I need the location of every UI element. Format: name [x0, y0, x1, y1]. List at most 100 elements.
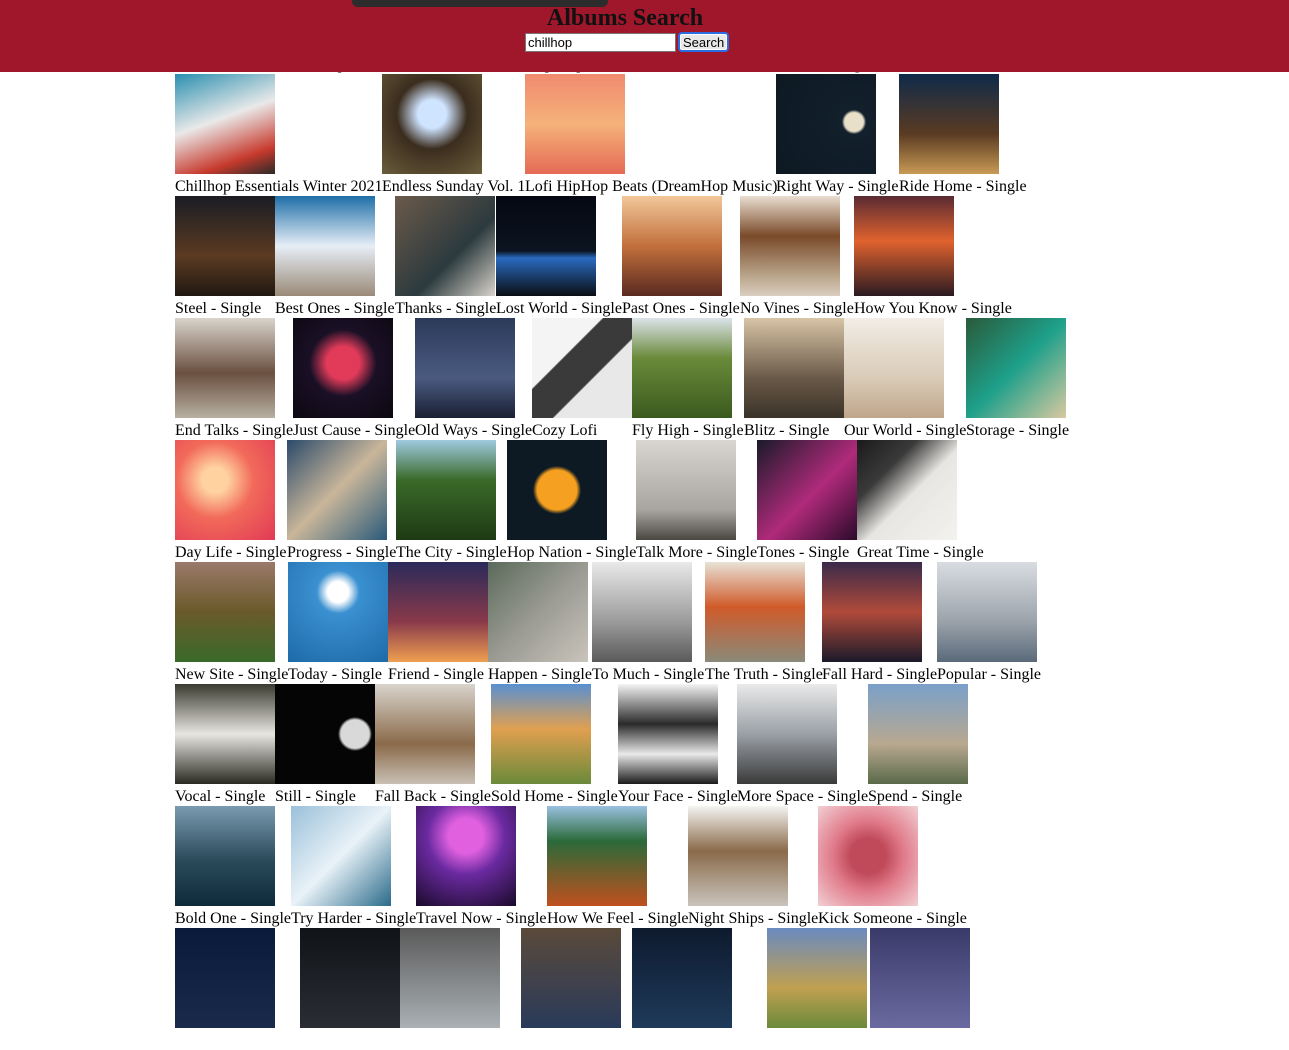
album-cover-image[interactable] — [622, 196, 722, 296]
album-item[interactable]: No Vines - Single — [740, 196, 854, 318]
album-item[interactable]: More Space - Single — [737, 684, 868, 806]
album-item[interactable]: Spend - Single — [868, 684, 968, 806]
album-cover-image[interactable] — [899, 74, 999, 174]
album-cover-image[interactable] — [175, 928, 275, 1028]
album-cover-image[interactable] — [396, 440, 496, 540]
album-cover-image[interactable] — [291, 806, 391, 906]
search-button[interactable]: Search — [678, 32, 730, 52]
album-cover-image[interactable] — [300, 928, 400, 1028]
album-cover-image[interactable] — [287, 440, 387, 540]
album-item[interactable]: Bold One - Single — [175, 806, 291, 928]
album-cover-image[interactable] — [740, 196, 840, 296]
album-item[interactable]: Old Ways - Single — [415, 318, 532, 440]
album-item[interactable]: How You Know - Single — [854, 196, 1012, 318]
album-cover-image[interactable] — [275, 684, 375, 784]
album-cover-image[interactable] — [776, 74, 876, 174]
album-item[interactable]: Steel - Single — [175, 196, 275, 318]
album-item[interactable] — [521, 928, 632, 1028]
album-item[interactable]: End Talks - Single — [175, 318, 293, 440]
album-cover-image[interactable] — [293, 318, 393, 418]
album-cover-image[interactable] — [415, 318, 515, 418]
album-item[interactable]: Great Time - Single — [857, 440, 987, 562]
album-item[interactable]: Our World - Single — [844, 318, 966, 440]
album-cover-image[interactable] — [547, 806, 647, 906]
album-cover-image[interactable] — [400, 928, 500, 1028]
album-item[interactable]: Night Ships - Single — [688, 806, 818, 928]
album-cover-image[interactable] — [632, 928, 732, 1028]
album-cover-image[interactable] — [275, 196, 375, 296]
album-item[interactable]: Vocal - Single — [175, 684, 275, 806]
album-item[interactable]: Travel Now - Single — [416, 806, 547, 928]
album-item[interactable]: Tones - Single — [757, 440, 857, 562]
album-cover-image[interactable] — [491, 684, 591, 784]
album-cover-image[interactable] — [288, 562, 388, 662]
album-item[interactable]: Kick Someone - Single — [818, 806, 968, 928]
album-item[interactable]: Right Way - Single — [776, 74, 899, 196]
album-item[interactable]: Friend - Single — [388, 562, 488, 684]
album-item[interactable] — [632, 928, 767, 1028]
album-item[interactable]: New Site - Single — [175, 562, 288, 684]
album-cover-image[interactable] — [868, 684, 968, 784]
album-item[interactable]: The Truth - Single — [705, 562, 823, 684]
album-cover-image[interactable] — [175, 318, 275, 418]
album-cover-image[interactable] — [857, 440, 957, 540]
album-item[interactable]: Storage - Single — [966, 318, 1069, 440]
album-cover-image[interactable] — [496, 196, 596, 296]
album-cover-image[interactable] — [822, 562, 922, 662]
album-item[interactable] — [300, 928, 400, 1028]
album-item[interactable]: Today - Single — [288, 562, 388, 684]
album-item[interactable]: Thanks - Single — [395, 196, 496, 318]
album-item[interactable]: Hop Nation - Single — [507, 440, 636, 562]
album-item[interactable]: Progress - Single — [287, 440, 396, 562]
album-cover-image[interactable] — [175, 562, 275, 662]
album-cover-image[interactable] — [737, 684, 837, 784]
album-item[interactable]: Day Life - Single — [175, 440, 287, 562]
album-item[interactable]: Sold Home - Single — [491, 684, 618, 806]
album-cover-image[interactable] — [521, 928, 621, 1028]
album-cover-image[interactable] — [175, 440, 275, 540]
album-item[interactable]: How We Feel - Single — [547, 806, 689, 928]
album-item[interactable]: Popular - Single — [937, 562, 1041, 684]
album-cover-image[interactable] — [592, 562, 692, 662]
album-item[interactable]: Past Ones - Single — [622, 196, 740, 318]
album-cover-image[interactable] — [757, 440, 857, 540]
album-cover-image[interactable] — [532, 318, 632, 418]
album-cover-image[interactable] — [688, 806, 788, 906]
album-item[interactable]: Fall Hard - Single — [822, 562, 937, 684]
album-item[interactable]: Happen - Single — [488, 562, 592, 684]
album-item[interactable]: Fly High - Single — [632, 318, 744, 440]
album-cover-image[interactable] — [854, 196, 954, 296]
album-item[interactable] — [767, 928, 870, 1028]
album-item[interactable]: Endless Sunday Vol. 1 — [382, 74, 525, 196]
album-cover-image[interactable] — [744, 318, 844, 418]
album-item[interactable]: Best Ones - Single — [275, 196, 395, 318]
album-cover-image[interactable] — [618, 684, 718, 784]
album-item[interactable] — [175, 928, 300, 1028]
album-item[interactable]: Fall Back - Single — [375, 684, 491, 806]
album-cover-image[interactable] — [175, 684, 275, 784]
album-cover-image[interactable] — [395, 196, 495, 296]
album-cover-image[interactable] — [870, 928, 970, 1028]
album-item[interactable]: Blitz - Single — [744, 318, 844, 440]
album-item[interactable]: Try Harder - Single — [291, 806, 416, 928]
album-cover-image[interactable] — [416, 806, 516, 906]
album-item[interactable]: Still - Single — [275, 684, 375, 806]
album-item[interactable]: Just Cause - Single — [293, 318, 415, 440]
album-item[interactable]: Ride Home - Single — [899, 74, 1027, 196]
album-cover-image[interactable] — [818, 806, 918, 906]
album-item[interactable]: Chillhop Essentials Winter 2021 — [175, 74, 383, 196]
album-item[interactable]: Your Face - Single — [618, 684, 738, 806]
album-item[interactable]: The City - Single — [396, 440, 507, 562]
album-cover-image[interactable] — [767, 928, 867, 1028]
album-cover-image[interactable] — [488, 562, 588, 662]
album-cover-image[interactable] — [966, 318, 1066, 418]
album-item[interactable]: To Much - Single — [592, 562, 705, 684]
album-cover-image[interactable] — [388, 562, 488, 662]
album-item[interactable] — [870, 928, 970, 1028]
album-cover-image[interactable] — [705, 562, 805, 662]
album-item[interactable]: Lost World - Single — [496, 196, 622, 318]
album-cover-image[interactable] — [937, 562, 1037, 662]
album-cover-image[interactable] — [175, 806, 275, 906]
album-cover-image[interactable] — [507, 440, 607, 540]
album-cover-image[interactable] — [375, 684, 475, 784]
